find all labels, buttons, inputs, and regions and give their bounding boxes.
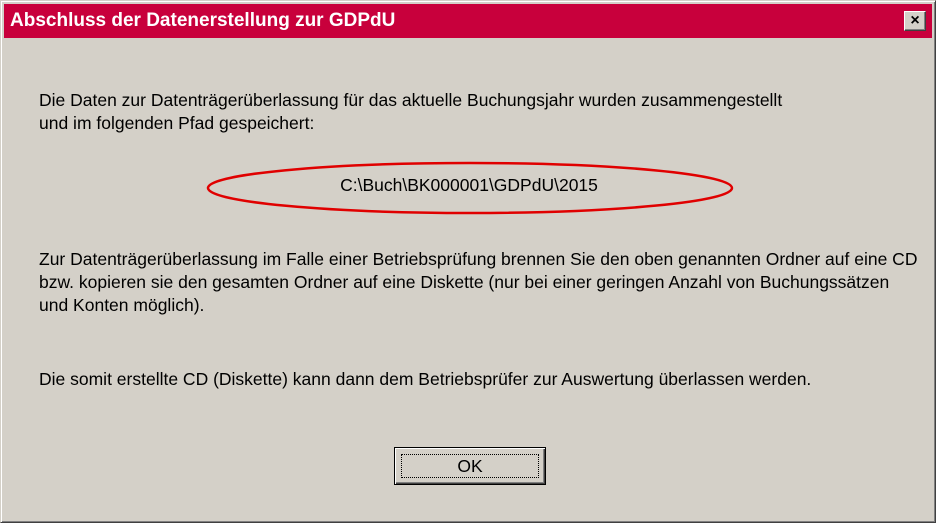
save-path: C:\Buch\BK000001\GDPdU\2015 xyxy=(340,175,598,195)
ok-button[interactable]: OK xyxy=(394,447,546,485)
title-bar[interactable]: Abschluss der Datenerstellung zur GDPdU … xyxy=(4,4,932,38)
close-button[interactable]: × xyxy=(904,11,926,31)
instructions-message: Zur Datenträgerüberlassung im Falle eine… xyxy=(39,249,918,315)
dialog-title: Abschluss der Datenerstellung zur GDPdU xyxy=(10,10,396,31)
close-icon: × xyxy=(910,12,920,29)
closing-message: Die somit erstellte CD (Diskette) kann d… xyxy=(39,369,812,389)
ok-button-label: OK xyxy=(401,454,539,478)
intro-message: Die Daten zur Datenträgerüberlassung für… xyxy=(39,90,783,133)
